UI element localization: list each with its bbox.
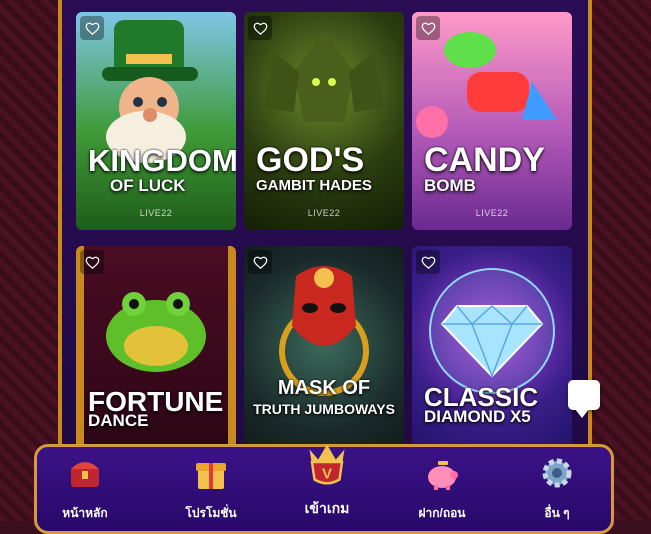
- nav-more-label: อื่น ๆ: [544, 506, 570, 520]
- game-card-fortune-dance[interactable]: FORTUNE DANCE: [76, 246, 236, 464]
- game-subtitle: DIAMOND X5: [424, 407, 531, 426]
- gear-icon: [542, 458, 572, 488]
- game-art-candy: [416, 32, 557, 138]
- game-grid: KINGDOM OF LUCK LIVE22 GOD'S GAMBIT HADE…: [76, 12, 572, 464]
- nav-promotion-label: โปรโมชั่น: [185, 506, 237, 520]
- game-title: MASK OF: [277, 377, 371, 399]
- nav-deposit-withdraw[interactable]: ฝาก/ถอน: [392, 453, 492, 523]
- favorite-heart-icon[interactable]: [416, 16, 440, 40]
- game-provider: LIVE22: [139, 208, 173, 218]
- favorite-heart-icon[interactable]: [248, 16, 272, 40]
- game-subtitle: DANCE: [88, 411, 149, 430]
- game-art-cerberus: [264, 32, 384, 122]
- game-subtitle: OF LUCK: [110, 176, 186, 195]
- game-title: CANDY: [424, 141, 545, 179]
- nav-home[interactable]: หน้าหลัก: [35, 453, 135, 523]
- treasure-chest-icon: [71, 462, 99, 487]
- nav-deposit-withdraw-label: ฝาก/ถอน: [418, 506, 466, 520]
- favorite-heart-icon[interactable]: [80, 250, 104, 274]
- left-background: [0, 0, 66, 521]
- game-card-classic-diamond-x5[interactable]: CLASSIC DIAMOND X5: [412, 246, 572, 464]
- game-subtitle: GAMBIT HADES: [256, 177, 372, 194]
- crown-v-badge-icon: V: [309, 444, 345, 485]
- game-art-mask: [279, 266, 369, 396]
- game-provider: LIVE22: [475, 208, 509, 218]
- favorite-heart-icon[interactable]: [416, 250, 440, 274]
- nav-enter-game-label: เข้าเกม: [304, 500, 350, 516]
- game-provider: LIVE22: [307, 208, 341, 218]
- favorite-heart-icon[interactable]: [80, 16, 104, 40]
- right-background: [585, 0, 651, 521]
- game-art-diamond: [429, 268, 555, 394]
- piggy-bank-icon: [428, 461, 458, 490]
- game-subtitle: BOMB: [424, 176, 476, 195]
- gift-box-icon: [196, 463, 226, 489]
- game-card-candy-bomb[interactable]: CANDY BOMB LIVE22: [412, 12, 572, 230]
- game-title: GOD'S: [256, 141, 365, 179]
- game-card-kingdom-of-luck[interactable]: KINGDOM OF LUCK LIVE22: [76, 12, 236, 230]
- nav-promotion[interactable]: โปรโมชั่น: [161, 453, 261, 523]
- nav-enter-game[interactable]: V เข้าเกม: [277, 437, 377, 520]
- game-subtitle: TRUTH JUMBOWAYS: [253, 401, 395, 417]
- nav-home-label: หน้าหลัก: [62, 506, 108, 520]
- game-card-mask-of-truth[interactable]: MASK OF TRUTH JUMBOWAYS: [244, 246, 404, 464]
- chat-bubble-button[interactable]: [568, 380, 600, 418]
- nav-more[interactable]: อื่น ๆ: [507, 453, 607, 523]
- svg-text:V: V: [322, 465, 332, 482]
- favorite-heart-icon[interactable]: [248, 250, 272, 274]
- game-art-frog: [76, 246, 236, 464]
- game-art-leprechaun: [102, 20, 198, 163]
- game-card-gods-gambit-hades[interactable]: GOD'S GAMBIT HADES LIVE22: [244, 12, 404, 230]
- game-title: KINGDOM: [88, 143, 236, 178]
